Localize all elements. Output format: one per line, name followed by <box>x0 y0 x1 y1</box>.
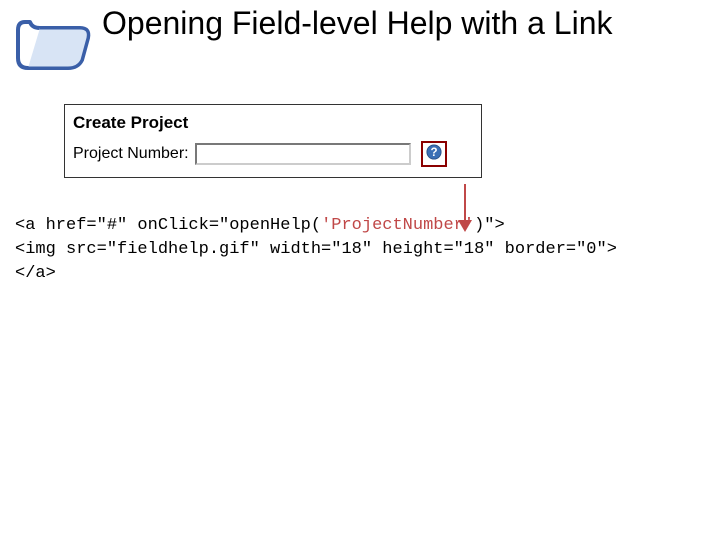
code-snippet: <a href="#" onClick="openHelp('ProjectNu… <box>15 214 720 285</box>
code-line-1: <a href="#" onClick="openHelp('ProjectNu… <box>15 214 720 238</box>
svg-text:?: ? <box>430 147 437 159</box>
code-line-3: </a> <box>15 262 720 286</box>
code-line-2: <img src="fieldhelp.gif" width="18" heig… <box>15 238 720 262</box>
form-panel: Create Project Project Number: ? <box>64 104 482 178</box>
arrow-line <box>464 184 466 224</box>
document-icon <box>10 10 100 80</box>
page-title: Opening Field-level Help with a Link <box>100 4 612 42</box>
field-help-link[interactable]: ? <box>421 141 447 167</box>
code-highlight: 'ProjectNumber' <box>321 216 474 235</box>
form-heading: Create Project <box>73 113 477 133</box>
form-row: Project Number: ? <box>73 141 477 171</box>
question-mark-icon: ? <box>426 144 442 165</box>
project-number-label: Project Number: <box>73 145 189 163</box>
arrow-down-icon <box>458 220 472 232</box>
project-number-input[interactable] <box>195 143 411 165</box>
